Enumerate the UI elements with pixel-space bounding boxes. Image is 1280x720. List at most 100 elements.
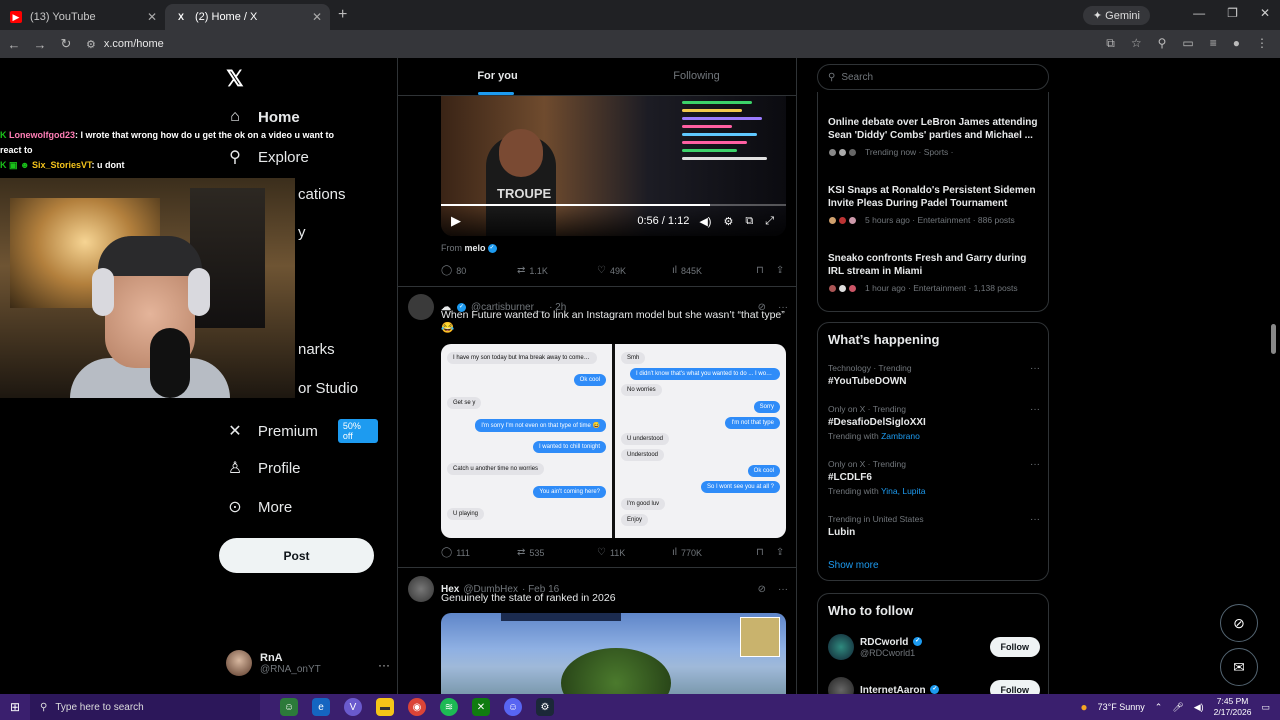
more-icon[interactable]: ··· <box>378 658 390 672</box>
search-input[interactable]: ⚲ Search <box>817 64 1049 90</box>
follow-suggestion[interactable]: InternetAaron ✓ Follow <box>828 677 1040 694</box>
clock[interactable]: 7:45 PM 2/17/2026 <box>1214 696 1252 718</box>
settings-icon[interactable]: ⚙ <box>723 215 733 228</box>
file-explorer-icon[interactable]: ▬ <box>376 698 394 716</box>
news-item[interactable]: Sneako confronts Fresh and Garry during … <box>828 252 1040 293</box>
close-window-icon[interactable]: ✕ <box>1260 6 1270 20</box>
more-icon[interactable]: ··· <box>1030 514 1040 525</box>
bookmark-star-icon[interactable]: ☆ <box>1131 36 1142 51</box>
scrollbar-thumb[interactable] <box>1271 324 1276 354</box>
install-icon[interactable]: ⧉ <box>1106 36 1115 51</box>
nav-label: narks <box>298 341 335 358</box>
spotify-icon[interactable]: ≋ <box>440 698 458 716</box>
windows-start-icon[interactable]: ⊞ <box>0 700 30 714</box>
repost-button[interactable]: ⇄ 1.1K <box>517 265 597 276</box>
reply-button[interactable]: ◯ 80 <box>441 265 517 276</box>
news-item[interactable]: Online debate over LeBron James attendin… <box>828 116 1040 157</box>
maximize-icon[interactable]: ❐ <box>1227 6 1238 20</box>
steam-icon[interactable]: ⚙ <box>536 698 554 716</box>
weather-text[interactable]: 73°F Sunny <box>1098 702 1145 712</box>
views-button[interactable]: ıl 770K <box>672 547 752 558</box>
close-tab-icon[interactable]: ✕ <box>312 10 322 24</box>
weather-icon[interactable]: ● <box>1080 700 1087 714</box>
trend-item[interactable]: Only on X · Trending #DesafioDelSigloXXI… <box>828 404 1040 441</box>
avatar[interactable] <box>408 294 434 320</box>
browser-menu-icon[interactable]: ⋮ <box>1256 36 1268 51</box>
minimize-icon[interactable]: — <box>1193 6 1205 20</box>
more-icon[interactable]: ··· <box>1030 459 1040 470</box>
taskbar-search[interactable]: ⚲ Type here to search <box>30 694 260 720</box>
gemini-button[interactable]: ✦ Gemini <box>1082 6 1150 25</box>
post-button[interactable]: Post <box>219 538 374 573</box>
popout-icon[interactable]: ⧉ <box>745 215 753 228</box>
reload-icon[interactable]: ↻ <box>54 36 78 52</box>
like-button[interactable]: ♡ 11K <box>597 547 672 558</box>
from-user[interactable]: melo <box>465 243 486 253</box>
trend-with-link[interactable]: Zambrano <box>881 431 920 441</box>
more-icon[interactable]: ··· <box>1030 404 1040 415</box>
post-image[interactable] <box>441 613 786 694</box>
share-button[interactable]: ⇪ <box>776 265 784 276</box>
xbox-icon[interactable]: ✕ <box>472 698 490 716</box>
edge-icon[interactable]: e <box>312 698 330 716</box>
x-logo-icon[interactable]: 𝕏 <box>226 66 244 92</box>
account-switcher[interactable]: RnA @RNA_onYT ··· <box>226 650 390 676</box>
avatar[interactable] <box>408 576 434 602</box>
tab-for-you[interactable]: For you <box>398 58 597 95</box>
close-tab-icon[interactable]: ✕ <box>147 10 157 24</box>
follow-button[interactable]: Follow <box>989 680 1040 694</box>
repost-button[interactable]: ⇄ 535 <box>517 547 597 558</box>
nav-more[interactable]: ⊙ More <box>226 497 292 517</box>
follow-suggestion[interactable]: RDCworld ✓ @RDCworld1 Follow <box>828 634 1040 660</box>
trend-item[interactable]: Technology · Trending #YouTubeDOWN ··· <box>828 363 1040 387</box>
tab-youtube[interactable]: ▶ (13) YouTube ✕ <box>0 4 165 30</box>
new-tab-button[interactable]: + <box>338 6 347 24</box>
tab-following[interactable]: Following <box>597 58 796 95</box>
volume-icon[interactable]: ◀) <box>699 215 711 228</box>
views-icon: ıl <box>672 265 677 276</box>
views-button[interactable]: ıl 845K <box>672 265 752 276</box>
nav-profile[interactable]: ♙ Profile <box>226 458 301 478</box>
mask-app-icon[interactable]: ☺ <box>280 698 298 716</box>
sidepanel-icon[interactable]: ▭ <box>1182 36 1193 51</box>
page-scrollbar[interactable] <box>1268 58 1278 694</box>
volume-icon[interactable]: ◀) <box>1194 702 1204 713</box>
show-more-link[interactable]: Show more <box>828 560 879 571</box>
verified-icon: ✓ <box>930 685 940 694</box>
site-info-icon[interactable]: ⚙ <box>86 38 96 51</box>
tab-x-home[interactable]: X (2) Home / X ✕ <box>165 4 330 30</box>
nav-home[interactable]: ⌂ Home <box>226 108 300 126</box>
trend-item[interactable]: Only on X · Trending #LCDLF6 Trending wi… <box>828 459 1040 496</box>
reading-list-icon[interactable]: ≡ <box>1210 36 1217 51</box>
messages-fab-icon[interactable]: ✉ <box>1220 648 1258 686</box>
bookmark-button[interactable]: ⊓ <box>756 547 764 558</box>
post-video[interactable]: TROUPE ▶ 0:56 / 1:12 ◀) ⚙ ⧉ ⤢ <box>441 96 786 236</box>
notifications-icon[interactable]: ▭ <box>1261 702 1270 713</box>
news-item[interactable]: KSI Snaps at Ronaldo's Persistent Sideme… <box>828 184 1040 225</box>
more-icon[interactable]: ··· <box>1030 363 1040 374</box>
back-icon[interactable]: ← <box>2 37 26 52</box>
chrome-icon[interactable]: ◉ <box>408 698 426 716</box>
fullscreen-icon[interactable]: ⤢ <box>765 215 774 228</box>
extensions-icon[interactable]: ⚲ <box>1158 36 1167 51</box>
mic-icon[interactable]: 🎤︎ <box>1172 702 1183 713</box>
news-meta-text: Trending now · Sports · <box>865 147 954 157</box>
play-icon[interactable]: ▶ <box>451 213 461 229</box>
follow-button[interactable]: Follow <box>989 637 1040 657</box>
reply-button[interactable]: ◯ 111 <box>441 547 517 558</box>
trend-with-link[interactable]: Yina, Lupita <box>881 486 926 496</box>
bookmark-button[interactable]: ⊓ <box>756 265 764 276</box>
tray-up-icon[interactable]: ⌃ <box>1155 702 1163 713</box>
profile-avatar-icon[interactable]: ● <box>1233 36 1240 51</box>
forward-icon[interactable]: → <box>28 37 52 52</box>
vpn-icon[interactable]: V <box>344 698 362 716</box>
share-button[interactable]: ⇪ <box>776 547 784 558</box>
like-button[interactable]: ♡ 49K <box>597 265 672 276</box>
grok-fab-icon[interactable]: ⊘ <box>1220 604 1258 642</box>
nav-premium[interactable]: ✕ Premium 50% off <box>226 419 378 443</box>
url-field[interactable]: ⚙ x.com/home <box>86 38 164 51</box>
webcam-headset <box>92 268 114 316</box>
trend-item[interactable]: Trending in United States Lubin ··· <box>828 514 1040 538</box>
discord-icon[interactable]: ☺ <box>504 698 522 716</box>
post-image[interactable]: I have my son today but Ima break away t… <box>441 344 786 538</box>
